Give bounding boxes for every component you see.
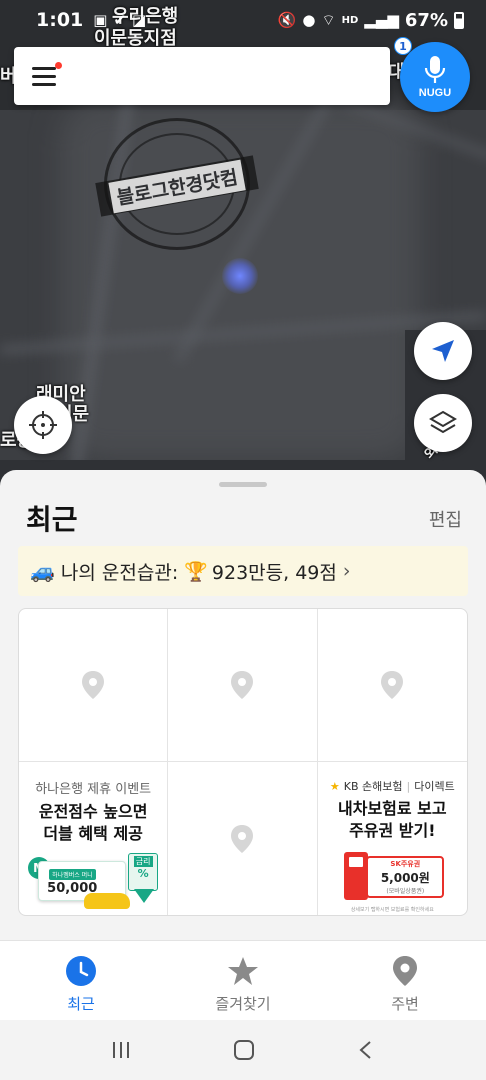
- current-location-dot: [222, 258, 258, 294]
- kb-tag: 다이렉트: [414, 780, 455, 793]
- down-arrow-icon: [134, 889, 155, 903]
- kb-brand-row: ★ KB 손해보험 | 다이렉트: [329, 779, 455, 794]
- sheet-title: 최근: [26, 503, 78, 536]
- coupon-brand: SK주유권: [390, 860, 421, 868]
- star-icon: [228, 957, 258, 985]
- chevron-right-icon: ›: [342, 560, 351, 582]
- kb-fine-print: 상세보기 탭하시면 보험료를 확인하세요: [350, 907, 434, 913]
- car-icon: 🚙: [30, 559, 55, 583]
- fuel-coupon: SK주유권 5,000원 (모바일상품권): [366, 856, 445, 898]
- location-pin-icon: [231, 824, 254, 853]
- ad-title-line: 내차보험료 보고: [338, 799, 447, 818]
- driving-habit-banner[interactable]: 🚙 나의 운전습관: 🏆 923만등, 49점 ›: [18, 546, 468, 596]
- fuel-pump-icon: [344, 852, 369, 900]
- location-pin-icon: [231, 671, 254, 699]
- nugu-voice-button[interactable]: NUGU: [400, 42, 470, 112]
- ad-title-line: 더블 혜택 제공: [43, 824, 143, 843]
- recent-slot[interactable]: [168, 609, 318, 762]
- watermark-stamp: 블로그한경닷컴: [95, 118, 259, 250]
- notification-dot: [55, 62, 62, 69]
- ad-title-line: 주유권 받기!: [349, 821, 436, 840]
- nav-nearby[interactable]: 주변: [324, 941, 486, 1020]
- wifi-icon: ⌔: [321, 10, 336, 29]
- coupon-amount: 5,000원: [380, 871, 430, 885]
- recent-grid: 하나은행 제휴 이벤트 운전점수 높으면 더블 혜택 제공 M 하나멤버스 머니…: [18, 608, 468, 916]
- recent-slot[interactable]: [168, 762, 318, 915]
- nav-label: 주변: [391, 995, 419, 1013]
- kb-logo-icon: ★: [329, 779, 340, 793]
- map-layers-button[interactable]: [414, 394, 472, 452]
- map-view[interactable]: 블로그한경닷컴 우리은행 이문동지점 버 대 래미안 이문 로동 외 1:01 …: [0, 0, 486, 500]
- home-icon[interactable]: [232, 1038, 256, 1062]
- nugu-badge: 1: [394, 37, 412, 55]
- navigation-arrow-icon: [432, 340, 454, 362]
- kb-brand: KB 손해보험: [343, 780, 403, 793]
- nav-label: 최근: [67, 995, 95, 1013]
- money-label: 하나멤버스 머니: [49, 869, 96, 880]
- coupon-note: (모바일상품권): [386, 888, 425, 895]
- back-icon[interactable]: [356, 1039, 376, 1061]
- image-icon: ◪: [132, 11, 147, 29]
- status-bar: 1:01 ▣ ✔ ◪ 🔇 ● ⌔ HD ▂▄▆ 67%: [0, 0, 486, 40]
- nav-favorites[interactable]: 즐겨찾기: [162, 941, 324, 1020]
- layers-icon: [429, 410, 457, 434]
- signal-icon: ▂▄▆: [364, 11, 399, 29]
- microphone-icon: [424, 56, 446, 83]
- ad-subtitle: 하나은행 제휴 이벤트: [35, 782, 152, 797]
- recent-sheet: 최근 편집 🚙 나의 운전습관: 🏆 923만등, 49점 › 하나은행 제휴 …: [0, 470, 486, 940]
- hana-ad-card[interactable]: 하나은행 제휴 이벤트 운전점수 높으면 더블 혜택 제공 M 하나멤버스 머니…: [19, 762, 169, 915]
- trophy-icon: 🏆: [184, 560, 208, 583]
- status-time: 1:01: [36, 9, 84, 31]
- recent-slot[interactable]: [317, 609, 467, 762]
- nav-recent[interactable]: 최근: [0, 941, 162, 1020]
- habit-label: 나의 운전습관:: [60, 561, 179, 584]
- nugu-label: NUGU: [418, 87, 452, 99]
- bottom-navigation: 최근 즐겨찾기 주변: [0, 940, 486, 1020]
- location-status-icon: ●: [302, 11, 316, 29]
- yellow-car-icon: [84, 893, 131, 909]
- habit-rank: 923만등, 49점: [211, 561, 337, 584]
- search-bar[interactable]: [14, 47, 390, 105]
- edit-button[interactable]: 편집: [429, 506, 462, 532]
- kb-ad-card[interactable]: ★ KB 손해보험 | 다이렉트 내차보험료 보고 주유권 받기! SK주유권 …: [318, 762, 467, 915]
- rate-badge: 금리 %: [128, 853, 159, 891]
- navigate-button[interactable]: [414, 322, 472, 380]
- location-pin-icon: [381, 671, 404, 699]
- network-label: HD: [341, 14, 359, 26]
- battery-icon: [454, 11, 464, 29]
- hana-ad-visual: M 하나멤버스 머니 50,000 금리 %: [28, 853, 159, 915]
- menu-icon[interactable]: [32, 62, 62, 86]
- recent-apps-icon[interactable]: [110, 1039, 132, 1061]
- battery-level: 67%: [404, 9, 448, 31]
- gallery-icon: ▣: [93, 11, 108, 29]
- kb-ad-visual: SK주유권 5,000원 (모바일상품권): [330, 850, 454, 904]
- system-navigation-bar: [0, 1020, 486, 1080]
- mute-icon: 🔇: [277, 11, 297, 29]
- location-pin-icon: [393, 956, 417, 986]
- recent-slot[interactable]: [19, 609, 169, 762]
- check-icon: ✔: [113, 11, 127, 29]
- search-input[interactable]: [58, 47, 390, 105]
- location-pin-icon: [82, 671, 105, 699]
- nav-label: 즐겨찾기: [215, 995, 271, 1013]
- ad-title-line: 운전점수 높으면: [38, 802, 148, 821]
- crosshair-icon: [29, 411, 57, 439]
- clock-icon: [66, 956, 96, 986]
- my-location-button[interactable]: [14, 396, 72, 454]
- sheet-drag-handle[interactable]: [219, 482, 267, 487]
